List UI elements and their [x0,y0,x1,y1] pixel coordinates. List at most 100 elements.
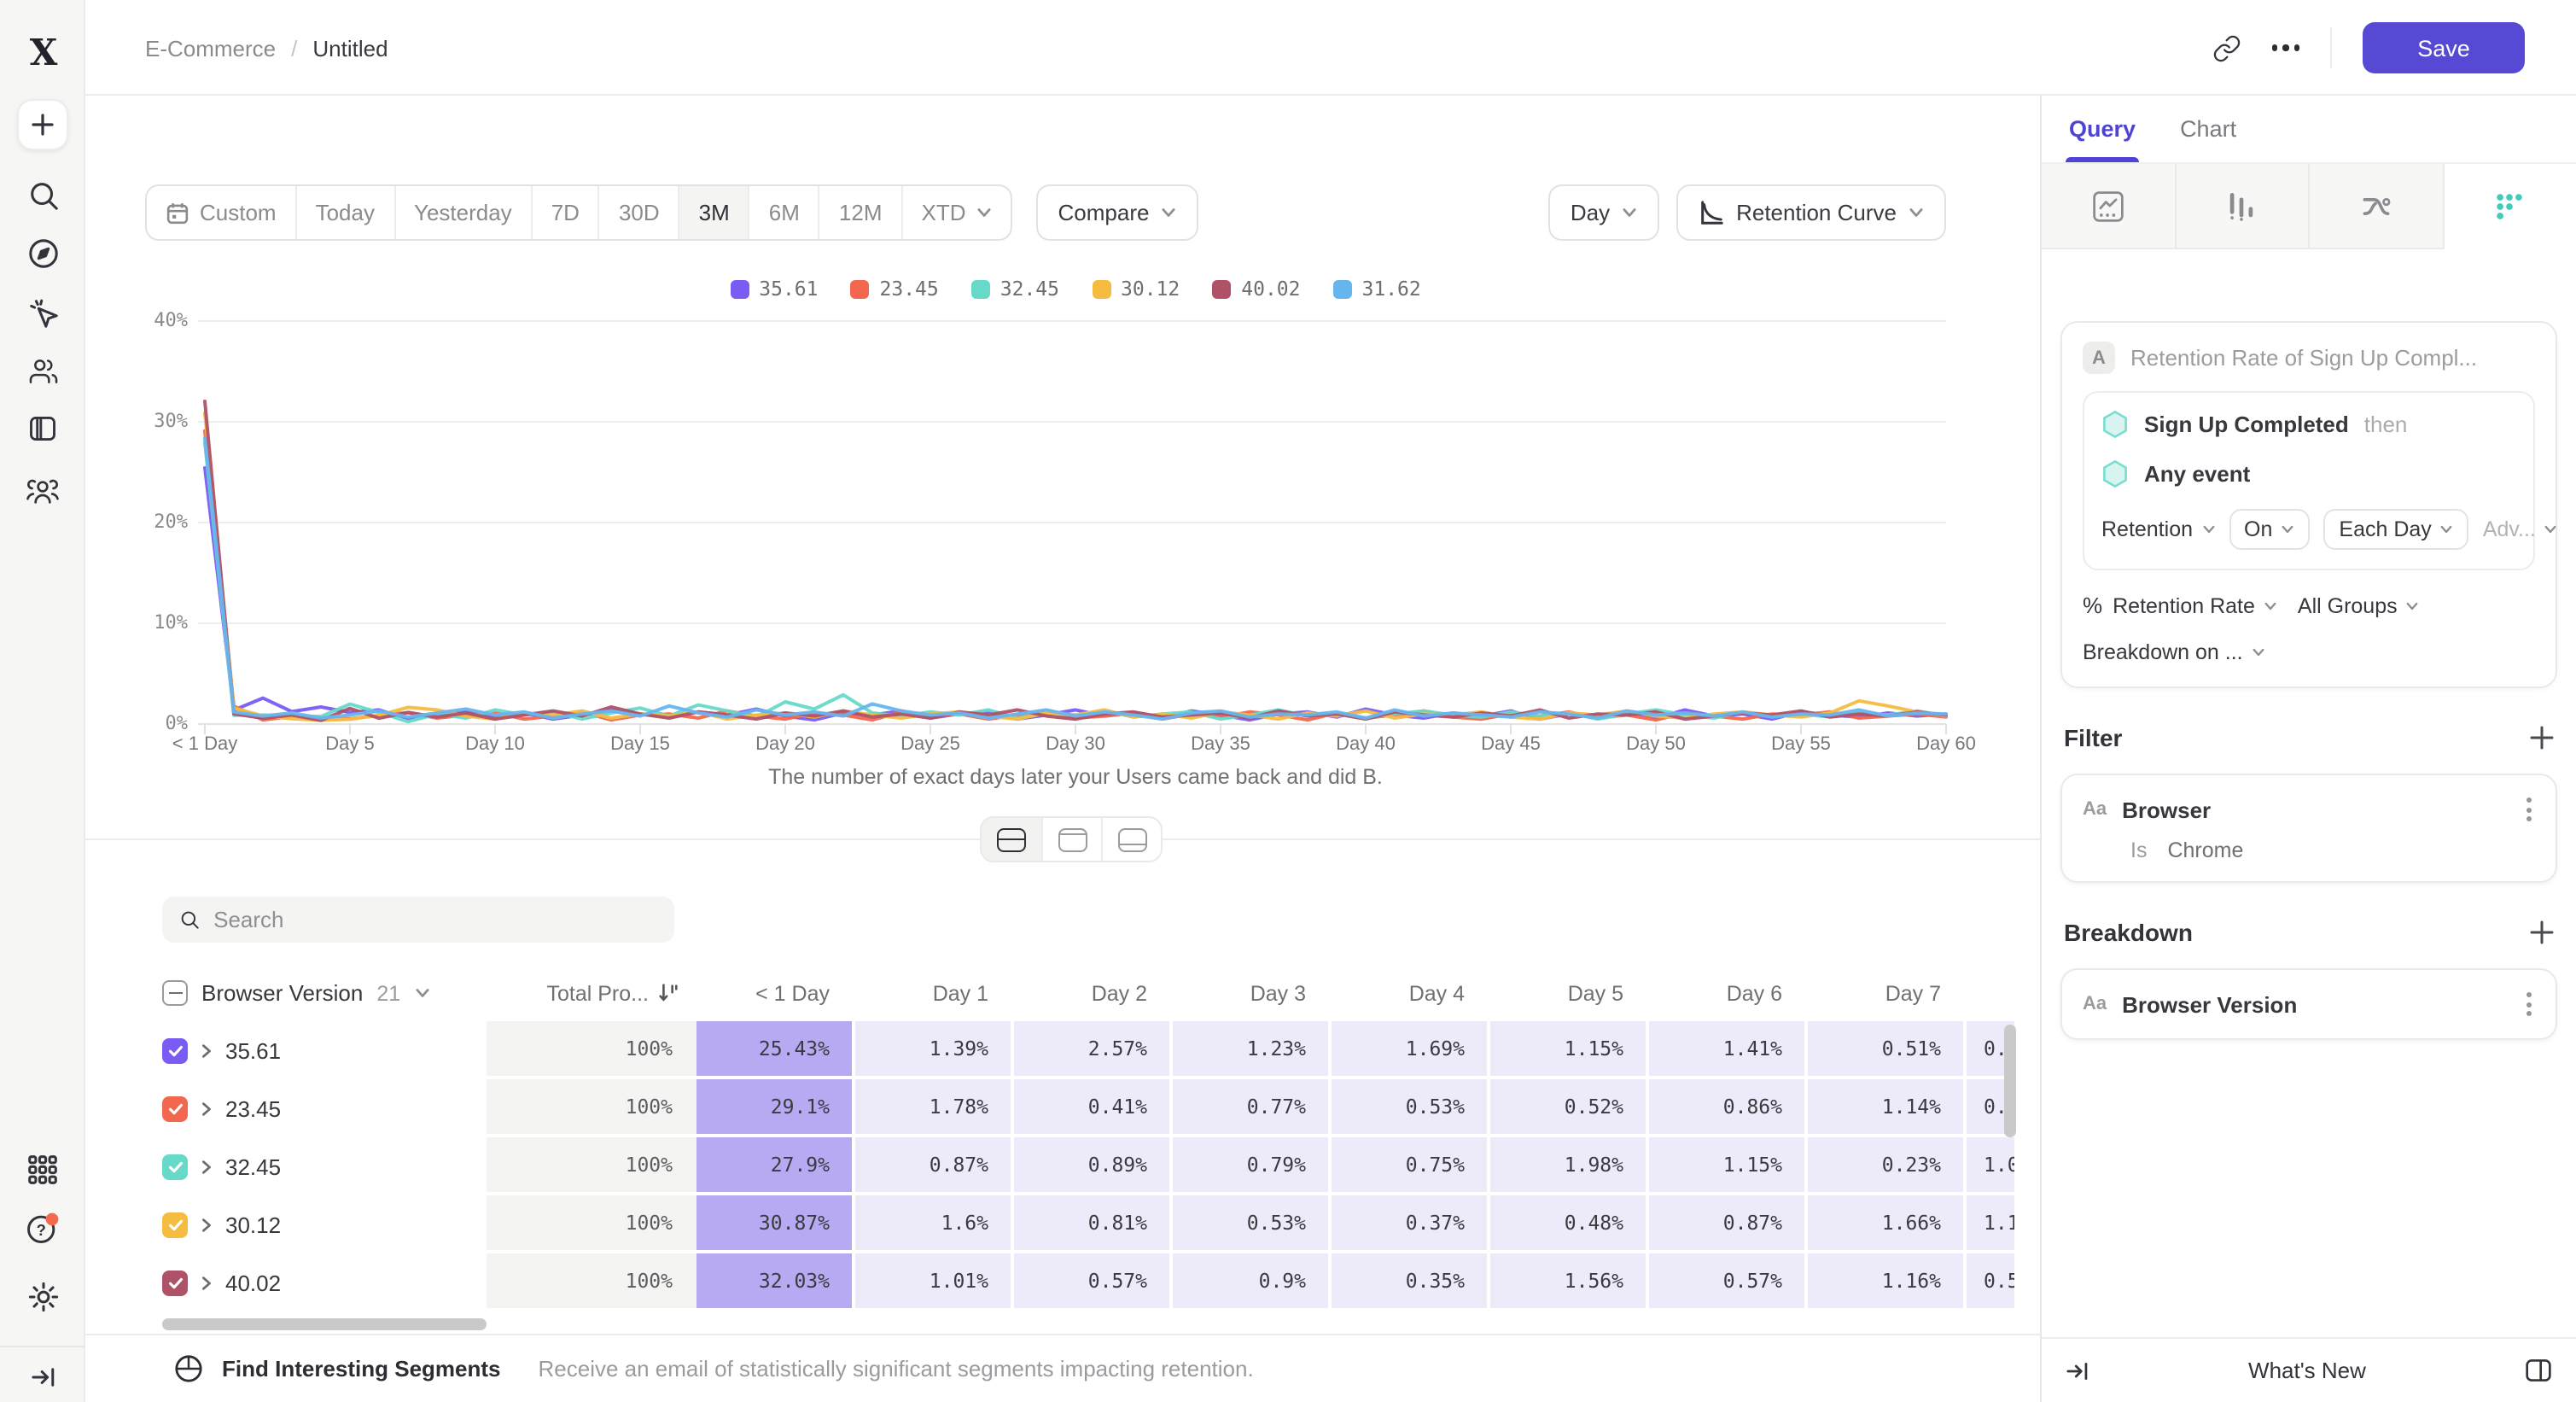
report-flows-button[interactable] [2310,164,2444,249]
series-line-23.45[interactable] [205,431,1946,721]
column-header--1-day[interactable]: < 1 Day [696,981,855,1005]
sidebar-help-button[interactable]: ? [0,1204,85,1252]
row-checkbox[interactable] [162,1270,188,1295]
column-header-day-4[interactable]: Day 4 [1332,981,1490,1005]
report-retention-button[interactable] [2444,164,2576,249]
granularity-button[interactable]: Day [1548,184,1659,241]
range-30d[interactable]: 30D [598,186,679,239]
legend-item-32.45[interactable]: 32.45 [971,277,1059,301]
table-row-30.12[interactable]: 30.12100%30.87%1.6%0.81%0.53%0.37%0.48%0… [162,1195,2014,1253]
sidebar-events-button[interactable] [0,289,85,336]
row-expand-chevron[interactable] [200,1101,213,1116]
column-header-day-2[interactable]: Day 2 [1014,981,1173,1005]
filter-menu-button[interactable] [2523,794,2535,825]
table-row-32.45[interactable]: 32.45100%27.9%0.87%0.89%0.79%0.75%1.98%1… [162,1137,2014,1195]
filter-condition[interactable]: Is Chrome [2130,838,2535,862]
row-expand-chevron[interactable] [200,1217,213,1232]
breadcrumb-page-title[interactable]: Untitled [312,35,388,61]
layout-chart-toggle[interactable] [1041,818,1101,861]
create-new-button[interactable] [17,99,68,150]
row-expand-chevron[interactable] [200,1159,213,1174]
table-row-35.61[interactable]: 35.61100%25.43%1.39%2.57%1.23%1.69%1.15%… [162,1021,2014,1079]
legend-item-23.45[interactable]: 23.45 [851,277,939,301]
column-header-day-5[interactable]: Day 5 [1490,981,1649,1005]
tab-query[interactable]: Query [2069,96,2136,162]
column-header-day-7[interactable]: Day 7 [1808,981,1967,1005]
column-header-day-3[interactable]: Day 3 [1173,981,1332,1005]
range-6m[interactable]: 6M [749,186,819,239]
whats-new-link[interactable]: What's New [2248,1358,2366,1383]
report-funnels-button[interactable] [2176,164,2310,249]
row-expand-chevron[interactable] [200,1275,213,1290]
query-title[interactable]: Retention Rate of Sign Up Compl... [2130,345,2477,371]
range-xtd[interactable]: XTD [901,186,1011,239]
layout-table-toggle[interactable] [1101,818,1161,861]
collapse-panel-icon[interactable] [2066,1360,2089,1381]
groups-dropdown[interactable]: All Groups [2298,593,2420,617]
range-custom[interactable]: Custom [147,186,295,239]
legend-item-31.62[interactable]: 31.62 [1333,277,1421,301]
breadcrumb-project[interactable]: E-Commerce [145,35,276,61]
save-button[interactable]: Save [2363,22,2525,73]
layout-split-toggle[interactable] [982,818,1041,861]
series-line-32.45[interactable] [205,443,1946,721]
range-7d[interactable]: 7D [531,186,598,239]
report-insights-button[interactable] [2042,164,2176,249]
bucket-dropdown[interactable]: Each Day [2323,509,2468,550]
retention-type-dropdown[interactable]: Retention [2101,517,2215,541]
series-line-30.12[interactable] [205,413,1946,721]
column-header-day-1[interactable]: Day 1 [855,981,1014,1005]
row-expand-chevron[interactable] [200,1043,213,1058]
row-checkbox[interactable] [162,1212,188,1237]
event-a-row[interactable]: Sign Up Completed then [2101,410,2516,439]
more-options-button[interactable] [2271,45,2299,51]
sidebar-apps-button[interactable] [0,1146,85,1194]
group-column-label[interactable]: Browser Version [201,980,363,1006]
compare-button[interactable]: Compare [1036,184,1199,241]
chart-type-button[interactable]: Retention Curve [1676,184,1946,241]
vertical-scrollbar[interactable] [2004,1025,2016,1137]
series-line-35.61[interactable] [205,468,1946,720]
horizontal-scrollbar[interactable] [162,1318,487,1330]
legend-item-40.02[interactable]: 40.02 [1212,277,1300,301]
filter-card[interactable]: Aa Browser Is Chrome [2060,774,2557,883]
mixpanel-logo-icon[interactable]: X [0,27,85,75]
legend-item-30.12[interactable]: 30.12 [1092,277,1180,301]
legend-item-35.61[interactable]: 35.61 [730,277,818,301]
find-segments-link[interactable]: Find Interesting Segments [222,1356,501,1382]
breakdown-menu-button[interactable] [2523,989,2535,1019]
range-12m[interactable]: 12M [819,186,901,239]
tab-chart[interactable]: Chart [2180,96,2236,162]
sidebar-search-button[interactable] [0,171,85,219]
row-checkbox[interactable] [162,1037,188,1063]
event-b-row[interactable]: Any event [2101,459,2516,488]
row-checkbox[interactable] [162,1154,188,1179]
copy-link-icon[interactable] [2212,33,2241,62]
sidebar-discover-button[interactable] [0,229,85,277]
column-header-day-6[interactable]: Day 6 [1649,981,1808,1005]
add-filter-button[interactable] [2530,726,2554,750]
table-row-40.02[interactable]: 40.02100%32.03%1.01%0.57%0.9%0.35%1.56%0… [162,1253,2014,1311]
sidebar-settings-button[interactable] [0,1272,85,1320]
range-today[interactable]: Today [295,186,393,239]
series-line-31.62[interactable] [205,438,1946,719]
sidebar-expand-button[interactable] [0,1358,85,1395]
measure-dropdown[interactable]: Retention Rate [2113,593,2277,617]
select-all-checkbox[interactable] [162,980,188,1006]
add-breakdown-button[interactable] [2530,920,2554,944]
on-dropdown[interactable]: On [2229,509,2310,550]
advanced-dropdown[interactable]: Adv... [2483,517,2558,541]
breakdown-on-dropdown[interactable]: Breakdown on ... [2083,640,2265,664]
search-input[interactable] [213,907,657,932]
table-row-23.45[interactable]: 23.45100%29.1%1.78%0.41%0.77%0.53%0.52%0… [162,1079,2014,1137]
sort-icon[interactable] [657,982,679,1004]
range-3m[interactable]: 3M [679,186,749,239]
row-checkbox[interactable] [162,1095,188,1121]
breakdown-card[interactable]: Aa Browser Version [2060,968,2557,1040]
sidebar-cohorts-button[interactable] [0,466,85,514]
panel-layout-icon[interactable] [2525,1358,2552,1383]
sidebar-users-button[interactable] [0,347,85,394]
series-line-40.02[interactable] [205,401,1946,721]
range-yesterday[interactable]: Yesterday [393,186,531,239]
column-header-day-8[interactable]: Day 8 [1967,981,2014,1005]
